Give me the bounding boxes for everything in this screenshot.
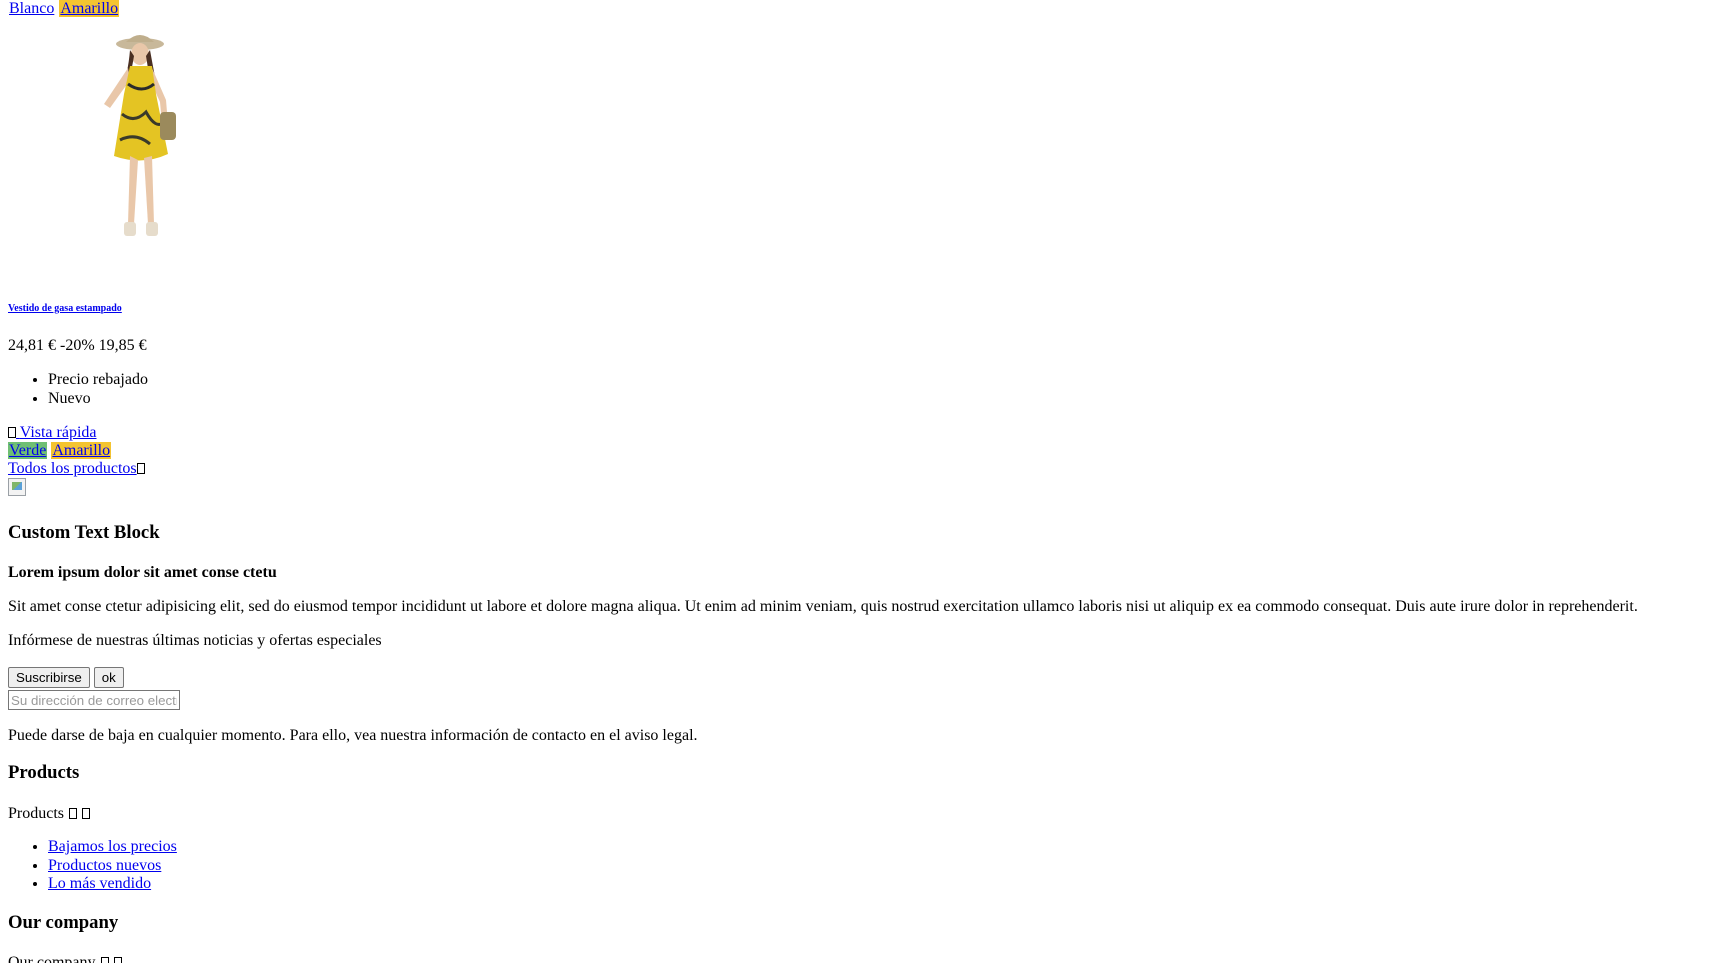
link-prices-drop[interactable]: Bajamos los precios [48, 838, 177, 855]
expand-icon [69, 808, 77, 819]
newsletter-buttons: Suscribirse ok [8, 667, 124, 688]
footer-company-toggle-label: Our company [8, 954, 96, 963]
collapse-icon [113, 957, 122, 963]
footer-products-toggle-label: Products [8, 805, 64, 822]
collapse-icon [82, 808, 90, 819]
ok-button[interactable]: ok [93, 667, 124, 688]
footer-products-title: Products [8, 762, 80, 783]
newsletter-text: Infórmese de nuestras últimas noticias y… [8, 632, 382, 649]
swatch-verde[interactable]: Verde [8, 442, 48, 459]
quick-view-link[interactable]: Vista rápida [8, 424, 97, 442]
footer-company-title: Our company [8, 912, 119, 933]
search-icon [8, 427, 16, 438]
list-item: Productos nuevos [48, 857, 177, 876]
regular-price: 24,81 € [8, 337, 56, 354]
price-line: 24,81 € -20% 19,85 € [8, 337, 147, 355]
quick-view-label: Vista rápida [19, 424, 97, 441]
all-products-label: Todos los productos [8, 460, 137, 477]
all-products-link[interactable]: Todos los productos [8, 460, 145, 478]
expand-icon [100, 957, 109, 963]
page: Blanco Amarillo Vestido de gasa estampad… [0, 0, 1721, 963]
footer-products-toggle[interactable]: Products [8, 805, 90, 823]
list-item: Bajamos los precios [48, 838, 177, 857]
discount-badge: -20% [60, 337, 95, 354]
link-best-sales[interactable]: Lo más vendido [48, 875, 151, 892]
custom-text-block-subtitle: Lorem ipsum dolor sit amet conse ctetu [8, 564, 277, 581]
swatch-amarillo[interactable]: Amarillo [51, 442, 112, 459]
swatch-blanco[interactable]: Blanco [8, 0, 55, 17]
broken-image-icon [8, 478, 26, 496]
newsletter-legal-text: Puede darse de baja en cualquier momento… [8, 727, 698, 744]
email-input[interactable] [8, 690, 180, 710]
flag-item: Precio rebajado [48, 370, 148, 389]
current-price: 19,85 € [98, 337, 147, 354]
link-new-products[interactable]: Productos nuevos [48, 857, 161, 874]
flag-item: Nuevo [48, 389, 148, 408]
product-name-link[interactable]: Vestido de gasa estampado [8, 300, 122, 318]
footer-products-links: Bajamos los precios Productos nuevos Lo … [8, 838, 177, 894]
custom-text-block-text: Sit amet conse ctetur adipisicing elit, … [8, 598, 1638, 615]
color-swatches-top: Blanco Amarillo [8, 0, 120, 18]
subscribe-button[interactable]: Suscribirse [8, 667, 90, 688]
custom-text-block-title: Custom Text Block [8, 522, 160, 543]
list-item: Lo más vendido [48, 875, 177, 894]
product-image[interactable] [18, 24, 258, 274]
chevron-right-icon [136, 463, 145, 474]
product-flags: Precio rebajado Nuevo [8, 370, 148, 408]
footer-company-toggle[interactable]: Our company [8, 954, 122, 963]
swatch-amarillo[interactable]: Amarillo [59, 0, 120, 17]
color-swatches: Verde Amarillo [8, 442, 112, 460]
